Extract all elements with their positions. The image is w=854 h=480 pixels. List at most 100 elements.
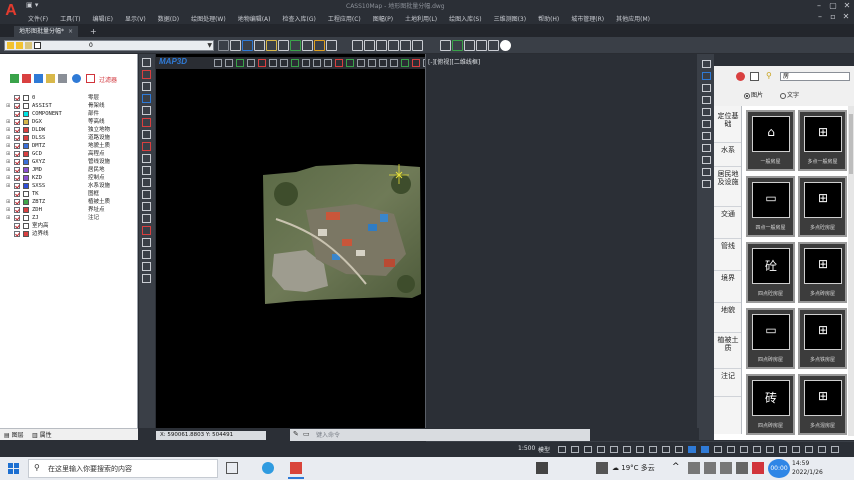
help-icon[interactable]: [500, 40, 511, 51]
layer-row[interactable]: ⊞ ZBTZ 植被土质: [6, 198, 134, 206]
app-logo[interactable]: A: [0, 0, 22, 24]
layer-visibility-checkbox[interactable]: [14, 199, 20, 205]
status-toggle-icon[interactable]: [610, 446, 618, 453]
save-icon[interactable]: [230, 40, 241, 51]
expand-icon[interactable]: ⊞: [6, 158, 12, 166]
radio-text[interactable]: 文字: [780, 90, 799, 99]
layer-visibility-checkbox[interactable]: [14, 127, 20, 133]
draw-tool-icon[interactable]: [142, 178, 151, 187]
viewport-2d-wireframe[interactable]: [-][俯视][二维线框]: [425, 54, 697, 428]
status-toggle-icon[interactable]: [597, 446, 605, 453]
command-history-icon[interactable]: ▭: [303, 430, 310, 438]
expand-icon[interactable]: ⊞: [6, 126, 12, 134]
filter-icon[interactable]: ⚲: [766, 71, 772, 80]
minimize-icon[interactable]: –: [812, 1, 826, 11]
layer-visibility-checkbox[interactable]: [14, 175, 20, 181]
draw-tool-icon[interactable]: [142, 202, 151, 211]
menu-item[interactable]: 工具(T): [54, 12, 86, 24]
draw-tool-icon[interactable]: [142, 262, 151, 271]
symbol-search-input[interactable]: 房: [780, 72, 850, 81]
select-icon[interactable]: [388, 40, 399, 51]
layer-row[interactable]: 边界线: [6, 230, 134, 238]
status-toggle-icon[interactable]: [649, 446, 657, 453]
filter-checkbox-icon[interactable]: [86, 74, 95, 83]
show-hidden-icons-icon[interactable]: ^: [672, 462, 684, 474]
layer-row[interactable]: COMPONENT 部件: [6, 110, 134, 118]
tab-layers[interactable]: ▤ 图层: [4, 430, 24, 439]
draw-tool-icon[interactable]: [142, 130, 151, 139]
menu-item[interactable]: 图幅(P): [367, 12, 399, 24]
map3d-tool-icon[interactable]: [379, 59, 387, 67]
map3d-tool-icon[interactable]: [357, 59, 365, 67]
status-toggle-icon[interactable]: [805, 446, 813, 453]
status-toggle-icon[interactable]: [753, 446, 761, 453]
render-icon[interactable]: [314, 40, 325, 51]
symbol-tile[interactable]: ▭ 四点砖房屋: [746, 308, 795, 369]
task-view-icon[interactable]: [226, 462, 238, 474]
layer-color-swatch[interactable]: [23, 175, 29, 181]
layer-row[interactable]: TK 图框: [6, 190, 134, 198]
menu-item[interactable]: 显示(V): [119, 12, 152, 24]
status-toggle-icon[interactable]: [727, 446, 735, 453]
command-input[interactable]: 键入命令: [316, 430, 340, 439]
status-toggle-icon[interactable]: [779, 446, 787, 453]
undo-icon[interactable]: [218, 40, 229, 51]
draw-tool-icon[interactable]: [142, 238, 151, 247]
volume-icon[interactable]: [720, 462, 732, 474]
layer-color-swatch[interactable]: [23, 135, 29, 141]
cass-app-icon[interactable]: [290, 462, 302, 474]
menu-item[interactable]: 城市管理(R): [565, 12, 610, 24]
map3d-tool-icon[interactable]: [225, 59, 233, 67]
layer-visibility-checkbox[interactable]: [14, 159, 20, 165]
layer-visibility-checkbox[interactable]: [14, 95, 20, 101]
expand-icon[interactable]: ⊞: [6, 174, 12, 182]
copy-icon[interactable]: [476, 40, 487, 51]
map3d-tool-icon[interactable]: [247, 59, 255, 67]
layer-color-swatch[interactable]: [23, 143, 29, 149]
side-tool-icon[interactable]: [702, 84, 711, 92]
layer-color-swatch[interactable]: [23, 111, 29, 117]
draw-tool-icon[interactable]: [142, 226, 151, 235]
doc-close-icon[interactable]: ✕: [840, 12, 852, 21]
close-icon[interactable]: ✕: [840, 1, 854, 11]
side-tool-icon[interactable]: [702, 108, 711, 116]
layer-visibility-checkbox[interactable]: [14, 231, 20, 237]
layer-row[interactable]: ⊞ DLSS 道路设施: [6, 134, 134, 142]
zoom-window-icon[interactable]: [278, 40, 289, 51]
map3d-tool-icon[interactable]: [302, 59, 310, 67]
layer-visibility-checkbox[interactable]: [14, 135, 20, 141]
symbol-tile[interactable]: ⌂ 一般房屋: [746, 110, 795, 171]
zoom-previous-icon[interactable]: [302, 40, 313, 51]
menu-item[interactable]: 文件(F): [22, 12, 54, 24]
draw-tool-icon[interactable]: [142, 250, 151, 259]
status-toggle-icon[interactable]: [740, 446, 748, 453]
security-icon[interactable]: [752, 462, 764, 474]
symbol-category[interactable]: 植被土质: [716, 336, 740, 352]
layer-row[interactable]: 0 零层: [6, 94, 134, 102]
draw-tool-icon[interactable]: [142, 154, 151, 163]
command-line[interactable]: ✎ ▭ 键入命令: [290, 429, 590, 441]
draw-tool-icon[interactable]: [142, 58, 151, 67]
side-tool-icon[interactable]: [702, 156, 711, 164]
symbol-category[interactable]: 管线: [716, 242, 740, 250]
draw-tool-icon[interactable]: [142, 214, 151, 223]
model-space-button[interactable]: 模型: [538, 445, 550, 454]
symbol-tile[interactable]: 砼四点砼房屋: [746, 242, 795, 303]
radio-image[interactable]: 图片: [744, 90, 763, 99]
map3d-tool-icon[interactable]: [401, 59, 409, 67]
menu-item[interactable]: 绘图处理(W): [185, 12, 232, 24]
status-toggle-icon[interactable]: [714, 446, 722, 453]
expand-icon[interactable]: ⊞: [6, 142, 12, 150]
layer-combo[interactable]: 0 ▼: [4, 40, 214, 51]
refresh-icon[interactable]: [72, 74, 81, 83]
draw-tool-icon[interactable]: [142, 106, 151, 115]
tab-properties[interactable]: ▥ 属性: [32, 430, 52, 439]
layer-color-swatch[interactable]: [23, 103, 29, 109]
recording-timer-badge[interactable]: 00:00: [768, 459, 790, 478]
status-toggle-icon[interactable]: [766, 446, 774, 453]
quick-access-toolbar[interactable]: ▣ ▾: [26, 1, 38, 9]
layer-visibility-checkbox[interactable]: [14, 183, 20, 189]
arrow-icon[interactable]: [364, 40, 375, 51]
layer-color-swatch[interactable]: [23, 207, 29, 213]
side-tool-icon[interactable]: [702, 120, 711, 128]
